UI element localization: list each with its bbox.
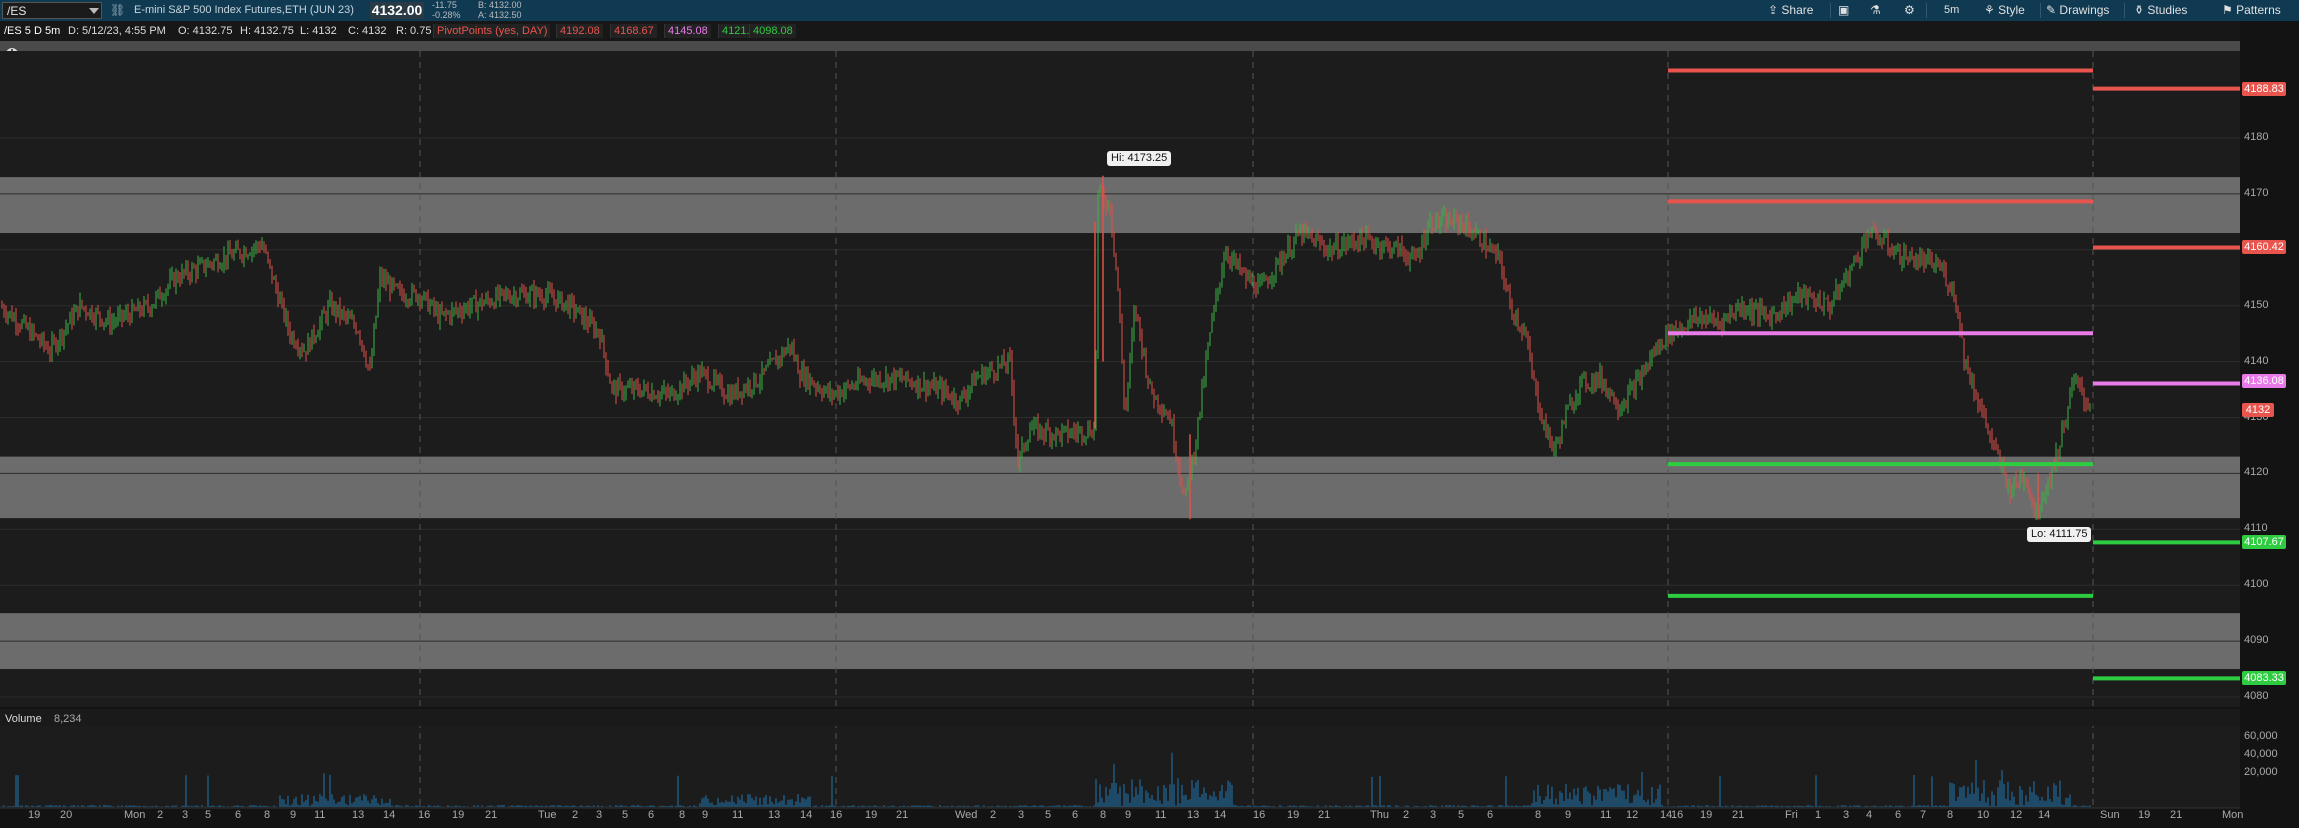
- support-resistance-zone: [0, 177, 2240, 234]
- time-tick: Thu: [1370, 809, 1389, 821]
- volume-tick: 40,000: [2244, 748, 2278, 760]
- price-marker: 4188.83: [2242, 81, 2286, 96]
- time-tick: 8: [264, 809, 271, 821]
- time-tick: 4: [1866, 809, 1873, 821]
- time-tick: Mon: [2222, 809, 2244, 821]
- time-tick: 9: [1125, 809, 1132, 821]
- time-tick: 10: [1977, 809, 1990, 821]
- time-tick: 11: [1600, 809, 1612, 821]
- time-tick: 12: [1626, 809, 1639, 821]
- time-tick: 8: [1100, 809, 1107, 821]
- time-tick: 6: [648, 809, 655, 821]
- time-tick: Fri: [1785, 809, 1798, 821]
- time-tick: 16: [418, 809, 431, 821]
- price-tick: 4170: [2244, 186, 2269, 199]
- time-tick: 21: [1318, 809, 1331, 821]
- volume-tick: 60,000: [2244, 730, 2278, 742]
- time-tick: Mon: [124, 809, 146, 821]
- price-marker: 4107.67: [2242, 535, 2286, 550]
- time-tick: 9: [290, 809, 297, 821]
- time-tick: 6: [1895, 809, 1902, 821]
- price-tick: 4150: [2244, 298, 2269, 311]
- time-tick: 3: [596, 809, 603, 821]
- time-tick: 19: [1287, 809, 1300, 821]
- time-tick: 13: [1187, 809, 1200, 821]
- time-tick: 16: [830, 809, 843, 821]
- time-tick: Wed: [955, 809, 978, 821]
- time-tick: 8: [1535, 809, 1542, 821]
- time-tick: 2: [572, 809, 579, 821]
- low-callout: Lo: 4111.75: [2027, 527, 2092, 542]
- price-marker: 4132: [2242, 403, 2274, 418]
- plot-background: [0, 51, 2240, 707]
- price-marker: 4083.33: [2242, 671, 2286, 686]
- volume-label: Volume: [5, 713, 42, 725]
- time-tick: 13: [352, 809, 365, 821]
- price-tick: 4180: [2244, 131, 2269, 143]
- volume-header: [0, 709, 2240, 726]
- time-tick: 6: [235, 809, 242, 821]
- time-tick: 19: [865, 809, 878, 821]
- volume-tick: 20,000: [2244, 766, 2278, 778]
- time-tick: 3: [1018, 809, 1025, 821]
- time-tick: Tue: [538, 809, 557, 821]
- time-tick: 2: [1403, 809, 1410, 821]
- time-tick: 20: [60, 809, 73, 821]
- time-tick: 21: [2170, 809, 2183, 821]
- time-tick: 2: [990, 809, 997, 821]
- time-tick: 19: [28, 809, 41, 821]
- time-tick: 16: [1253, 809, 1266, 821]
- time-tick: 8: [1947, 809, 1954, 821]
- time-tick: 3: [182, 809, 189, 821]
- time-tick: 6: [1487, 809, 1494, 821]
- time-tick: 11: [314, 809, 326, 821]
- time-tick: 8: [679, 809, 686, 821]
- time-tick: 3: [1430, 809, 1437, 821]
- time-tick: 19: [1700, 809, 1713, 821]
- price-tick: 4100: [2244, 578, 2269, 591]
- time-tick: 11: [732, 809, 744, 821]
- time-tick: 21: [1732, 809, 1745, 821]
- time-tick: 5: [1045, 809, 1052, 821]
- price-marker: 4136.08: [2242, 373, 2286, 388]
- price-chart[interactable]: [0, 0, 2299, 828]
- time-tick: 12: [2010, 809, 2023, 821]
- time-tick: 19: [452, 809, 465, 821]
- time-tick: 21: [896, 809, 909, 821]
- price-tick: 4090: [2244, 634, 2269, 647]
- price-tick: 4110: [2244, 522, 2268, 535]
- time-tick: 14: [800, 809, 813, 821]
- high-callout: Hi: 4173.25: [1107, 151, 1172, 166]
- time-tick: Sun: [2100, 809, 2120, 821]
- time-tick: 2: [157, 809, 164, 821]
- time-tick: 14: [1214, 809, 1227, 821]
- time-tick: 14: [2038, 809, 2051, 821]
- time-tick: 9: [702, 809, 709, 821]
- time-tick: 1: [1815, 809, 1822, 821]
- time-tick: 16: [1671, 809, 1684, 821]
- time-tick: 5: [622, 809, 629, 821]
- price-marker: 4160.42: [2242, 240, 2286, 255]
- time-tick: 5: [1458, 809, 1465, 821]
- time-tick: 9: [1565, 809, 1572, 821]
- volume-value: 8,234: [54, 713, 82, 725]
- price-tick: 4140: [2244, 354, 2269, 367]
- price-tick: 4120: [2244, 466, 2269, 479]
- time-tick: 11: [1155, 809, 1167, 821]
- time-tick: 7: [1920, 809, 1927, 821]
- time-tick: 19: [2138, 809, 2151, 821]
- time-tick: 14: [383, 809, 396, 821]
- time-tick: 13: [768, 809, 781, 821]
- time-tick: 3: [1843, 809, 1850, 821]
- price-tick: 4080: [2244, 690, 2269, 702]
- time-tick: 6: [1072, 809, 1079, 821]
- time-tick: 21: [485, 809, 498, 821]
- time-tick: 5: [205, 809, 212, 821]
